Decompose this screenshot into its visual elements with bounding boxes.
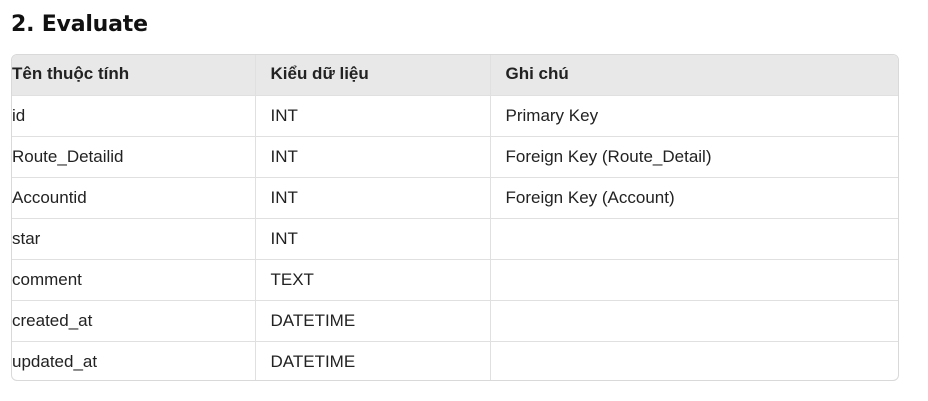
table-header-row: Tên thuộc tính Kiểu dữ liệu Ghi chú (12, 55, 898, 96)
cell-note: Foreign Key (Route_Detail) (490, 136, 898, 178)
table-row: star INT (12, 218, 898, 260)
cell-data-type: DATETIME (255, 300, 491, 342)
table-row: Accountid INT Foreign Key (Account) (12, 177, 898, 219)
table-row: id INT Primary Key (12, 95, 898, 137)
cell-data-type: TEXT (255, 259, 491, 301)
table-row: created_at DATETIME (12, 300, 898, 342)
schema-table: Tên thuộc tính Kiểu dữ liệu Ghi chú id I… (12, 55, 898, 380)
cell-attribute-name: updated_at (12, 341, 256, 380)
cell-note: Primary Key (490, 95, 898, 137)
cell-data-type: INT (255, 218, 491, 260)
cell-note (490, 300, 898, 342)
cell-note (490, 259, 898, 301)
cell-note (490, 218, 898, 260)
column-header-note: Ghi chú (490, 55, 898, 96)
cell-attribute-name: comment (12, 259, 256, 301)
cell-attribute-name: Accountid (12, 177, 256, 219)
section-title: 2. Evaluate (11, 12, 148, 37)
cell-note: Foreign Key (Account) (490, 177, 898, 219)
cell-data-type: INT (255, 95, 491, 137)
table-row: Route_Detailid INT Foreign Key (Route_De… (12, 136, 898, 178)
column-header-attribute-name: Tên thuộc tính (12, 55, 256, 96)
cell-attribute-name: star (12, 218, 256, 260)
schema-table-container: Tên thuộc tính Kiểu dữ liệu Ghi chú id I… (11, 54, 899, 381)
cell-attribute-name: created_at (12, 300, 256, 342)
cell-note (490, 341, 898, 380)
table-row: updated_at DATETIME (12, 341, 898, 380)
cell-data-type: DATETIME (255, 341, 491, 380)
cell-attribute-name: Route_Detailid (12, 136, 256, 178)
column-header-data-type: Kiểu dữ liệu (255, 55, 491, 96)
cell-attribute-name: id (12, 95, 256, 137)
cell-data-type: INT (255, 136, 491, 178)
cell-data-type: INT (255, 177, 491, 219)
table-row: comment TEXT (12, 259, 898, 301)
